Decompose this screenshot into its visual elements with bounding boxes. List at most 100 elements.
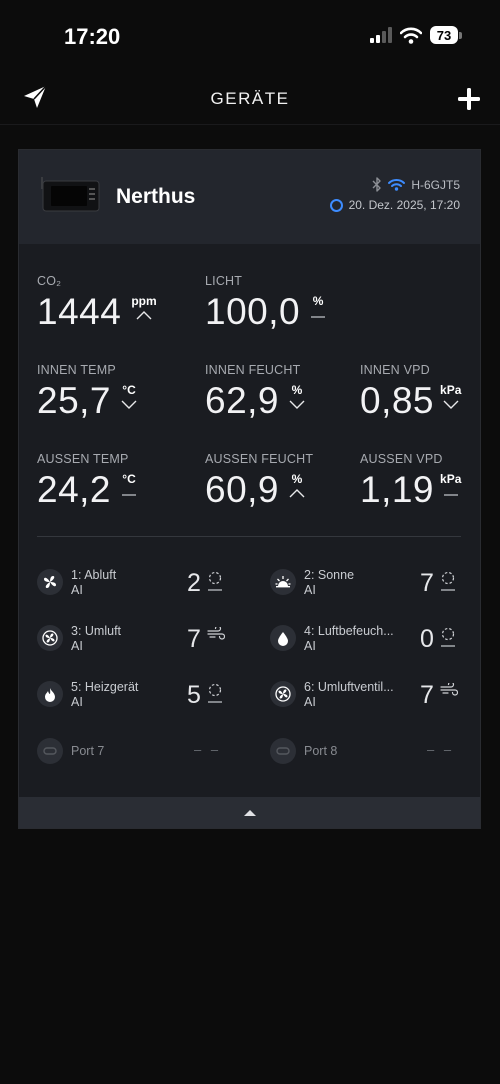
sensor-light: LICHT 100,0 % xyxy=(205,274,326,332)
port-level: 2 xyxy=(187,569,201,597)
port-3[interactable]: 3: Umluft AI 7 xyxy=(37,621,247,657)
device-id: H-6GJT5 xyxy=(411,177,460,192)
trend-down-icon xyxy=(121,400,137,409)
trend-flat-icon xyxy=(441,645,455,647)
port-4[interactable]: 4: Luftbefeuch... AI 0 xyxy=(270,621,480,657)
sensor-value: 62,9 xyxy=(205,380,280,421)
sensor-label: AUSSEN VPD xyxy=(360,452,443,466)
circulation-fan-icon xyxy=(270,681,296,707)
sensor-inside-temp: INNEN TEMP 25,7 °C xyxy=(37,363,137,421)
sensor-unit: kPa xyxy=(440,472,462,486)
sensor-value: 25,7 xyxy=(37,380,112,421)
port-level: 7 xyxy=(420,681,434,709)
port-level: 0 xyxy=(420,625,434,653)
sensor-unit: kPa xyxy=(440,383,462,397)
port-name: 3: Umluft xyxy=(71,624,122,638)
dashed-circle-icon xyxy=(208,571,222,585)
port-status xyxy=(207,627,225,641)
port-mode: AI xyxy=(304,639,316,653)
port-mode: AI xyxy=(71,583,83,597)
sensor-outside-temp: AUSSEN TEMP 24,2 °C xyxy=(37,452,137,510)
sensor-label: CO₂ xyxy=(37,274,62,288)
section-divider xyxy=(37,536,461,537)
port-1[interactable]: 1: Abluft AI 2 xyxy=(37,565,247,601)
sensor-unit: °C xyxy=(122,472,136,486)
port-status xyxy=(440,571,456,593)
sensor-label: AUSSEN FEUCHT xyxy=(205,452,314,466)
sensor-outside-humidity: AUSSEN FEUCHT 60,9 % xyxy=(205,452,313,510)
bluetooth-icon xyxy=(372,177,382,192)
port-name: 5: Heizgerät xyxy=(71,680,139,694)
collapse-up-icon xyxy=(243,809,256,816)
port-empty-value: – – xyxy=(194,742,222,757)
sensor-value: 0,85 xyxy=(360,380,435,421)
port-2[interactable]: 2: Sonne AI 7 xyxy=(270,565,480,601)
port-mode: AI xyxy=(71,639,83,653)
device-card-header[interactable]: Nerthus H-6GJT5 20. Dez. 2025, 17:20 xyxy=(19,150,480,244)
trend-up-icon xyxy=(289,489,305,498)
port-status xyxy=(207,683,223,705)
port-name: 2: Sonne xyxy=(304,568,355,582)
sensor-label: LICHT xyxy=(205,274,243,288)
wifi-icon xyxy=(400,27,422,44)
port-empty-value: – – xyxy=(427,742,455,757)
sensor-value: 60,9 xyxy=(205,469,280,510)
empty-port-icon xyxy=(37,738,63,764)
port-level: 7 xyxy=(420,569,434,597)
dashed-circle-icon xyxy=(441,627,455,641)
status-time: 17:20 xyxy=(64,24,121,49)
port-8[interactable]: Port 8 – – xyxy=(270,734,480,770)
port-status xyxy=(440,627,456,649)
sensor-label: AUSSEN TEMP xyxy=(37,452,129,466)
port-6[interactable]: 6: Umluftventil... AI 7 xyxy=(270,677,480,713)
status-icons: 73 xyxy=(370,26,462,44)
trend-flat-icon xyxy=(208,589,222,591)
port-status xyxy=(207,571,223,593)
water-drop-icon xyxy=(270,625,296,651)
sensor-outside-vpd: AUSSEN VPD 1,19 kPa xyxy=(360,452,461,510)
port-mode: AI xyxy=(304,583,316,597)
collapse-card-button[interactable] xyxy=(19,797,480,828)
last-update-time: 20. Dez. 2025, 17:20 xyxy=(348,198,460,212)
cellular-signal-icon xyxy=(370,27,392,43)
port-level: 5 xyxy=(187,681,201,709)
port-7[interactable]: Port 7 – – xyxy=(37,734,247,770)
last-update-row: 20. Dez. 2025, 17:20 xyxy=(329,198,460,212)
trend-flat-icon xyxy=(208,701,222,703)
port-name: 6: Umluftventil... xyxy=(304,680,394,694)
sensor-unit: ppm xyxy=(131,294,157,308)
device-name: Nerthus xyxy=(116,185,196,208)
sensor-label: INNEN FEUCHT xyxy=(205,363,301,377)
sensor-unit: °C xyxy=(122,383,136,397)
trend-flat-icon xyxy=(441,589,455,591)
circulation-fan-icon xyxy=(37,625,63,651)
flame-icon xyxy=(37,681,63,707)
port-status xyxy=(440,683,458,697)
dashed-circle-icon xyxy=(208,683,222,697)
nav-bar: GERÄTE xyxy=(0,72,500,125)
connection-row: H-6GJT5 xyxy=(372,177,460,192)
sensor-value: 1,19 xyxy=(360,469,435,510)
device-card[interactable]: Nerthus H-6GJT5 20. Dez. 2025, 17:20 CO₂… xyxy=(18,149,481,829)
wind-icon xyxy=(207,627,225,640)
port-5[interactable]: 5: Heizgerät AI 5 xyxy=(37,677,247,713)
port-name: Port 8 xyxy=(304,744,338,758)
trend-down-icon xyxy=(289,400,305,409)
add-device-button[interactable] xyxy=(458,82,480,116)
battery-indicator: 73 xyxy=(430,26,462,44)
trend-flat-icon xyxy=(443,494,458,496)
sensor-value: 100,0 xyxy=(205,291,301,332)
trend-flat-icon xyxy=(311,316,326,318)
sensor-unit: % xyxy=(312,294,324,308)
port-level: 7 xyxy=(187,625,201,653)
sensor-label: INNEN TEMP xyxy=(37,363,116,377)
port-name: Port 7 xyxy=(71,744,105,758)
page-title: GERÄTE xyxy=(210,89,290,108)
sensor-unit: % xyxy=(291,383,303,397)
sensor-inside-vpd: INNEN VPD 0,85 kPa xyxy=(360,363,461,421)
sensor-unit: % xyxy=(291,472,303,486)
wind-icon xyxy=(440,683,458,696)
dashed-circle-icon xyxy=(441,571,455,585)
wifi-connected-icon xyxy=(388,179,406,191)
empty-port-icon xyxy=(270,738,296,764)
